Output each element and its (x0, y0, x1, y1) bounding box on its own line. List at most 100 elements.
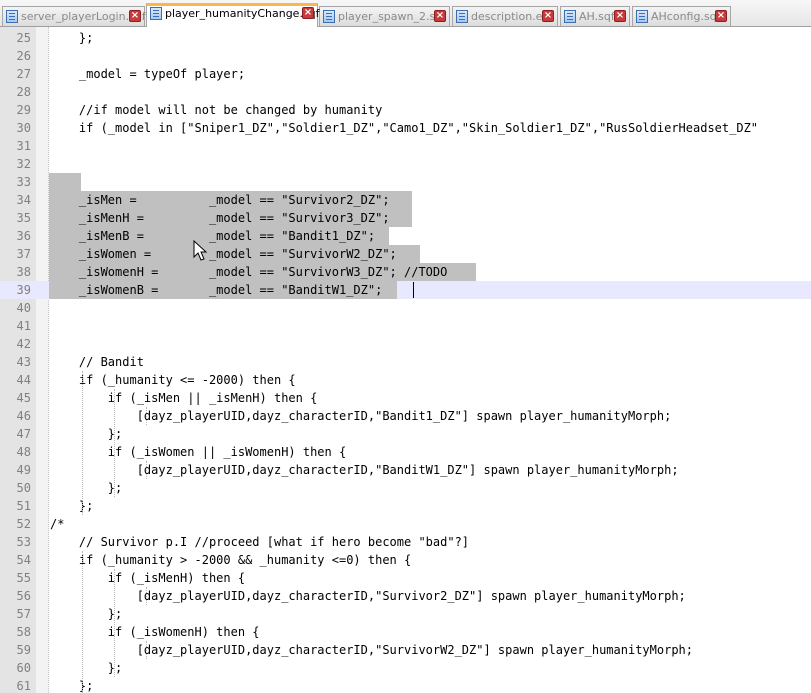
code-line[interactable]: 57 }; (0, 605, 811, 623)
code-line[interactable]: 28 (0, 83, 811, 101)
code-line[interactable]: 48 if (_isWomen || _isWomenH) then { (0, 443, 811, 461)
line-number: 57 (16, 607, 31, 621)
code-line[interactable]: 29 //if model will not be changed by hum… (0, 101, 811, 119)
code-line[interactable]: 60 }; (0, 659, 811, 677)
code-line[interactable]: 35 _isMenH = _model == "Survivor3_DZ"; (0, 209, 811, 227)
line-number: 32 (16, 157, 31, 171)
line-number: 28 (16, 85, 31, 99)
close-icon[interactable]: × (542, 10, 554, 22)
tab-player-humanitychange[interactable]: player_humanityChange.sqf × (146, 3, 320, 27)
line-number: 55 (16, 571, 31, 585)
code-line[interactable]: 50 }; (0, 479, 811, 497)
indent-guide (146, 641, 147, 659)
code-line[interactable]: 37 _isWomen = _model == "SurvivorW2_DZ"; (0, 245, 811, 263)
code-line[interactable]: 58 if (_isWomenH) then { (0, 623, 811, 641)
tab-ah-sqf[interactable]: AH.sqf × (560, 6, 630, 26)
file-icon (323, 10, 335, 23)
close-icon[interactable]: × (614, 10, 626, 22)
text-caret (413, 282, 414, 298)
code-line[interactable]: 56 [dayz_playerUID,dayz_characterID,"Sur… (0, 587, 811, 605)
mouse-pointer-icon (193, 240, 207, 261)
code-text: //if model will not be changed by humani… (50, 103, 383, 117)
code-text: if (_isMenH) then { (50, 571, 246, 585)
code-line[interactable]: 55 if (_isMenH) then { (0, 569, 811, 587)
code-line[interactable]: 54 if (_humanity > -2000 && _humanity <=… (0, 551, 811, 569)
code-text: }; (50, 661, 123, 675)
line-number: 26 (16, 49, 31, 63)
code-text: }; (50, 31, 94, 45)
code-line[interactable]: 42 (0, 335, 811, 353)
line-number: 29 (16, 103, 31, 117)
line-number: 54 (16, 553, 31, 567)
line-number: 44 (16, 373, 31, 387)
code-line[interactable]: 61 }; (0, 677, 811, 693)
code-line[interactable]: 33 (0, 173, 811, 191)
indent-guide (82, 371, 83, 515)
tab-server-playerlogin[interactable]: server_playerLogin.sqf × (2, 6, 146, 26)
line-number: 46 (16, 409, 31, 423)
code-line[interactable]: 41 (0, 317, 811, 335)
code-line[interactable]: 49 [dayz_playerUID,dayz_characterID,"Ban… (0, 461, 811, 479)
code-line[interactable]: 32 (0, 155, 811, 173)
code-line[interactable]: 46 [dayz_playerUID,dayz_characterID,"Ban… (0, 407, 811, 425)
line-number: 48 (16, 445, 31, 459)
code-line[interactable]: 53 // Survivor p.I //proceed [what if he… (0, 533, 811, 551)
code-line[interactable]: 31 (0, 137, 811, 155)
indent-guide (114, 569, 115, 677)
line-number: 27 (16, 67, 31, 81)
line-number: 50 (16, 481, 31, 495)
code-text: _isMen = _model == "Survivor2_DZ"; (50, 193, 390, 207)
code-line[interactable]: 26 (0, 47, 811, 65)
code-text: _isWomenB = _model == "BanditW1_DZ"; (50, 283, 383, 297)
line-number: 25 (16, 31, 31, 45)
tab-ahconfig-sqf[interactable]: AHconfig.sqf × (632, 6, 731, 26)
code-text: [dayz_playerUID,dayz_characterID,"Bandit… (50, 463, 679, 477)
indent-guide (82, 551, 83, 693)
code-text: }; (50, 427, 123, 441)
code-line[interactable]: 38 _isWomenH = _model == "SurvivorW3_DZ"… (0, 263, 811, 281)
code-text: }; (50, 679, 94, 693)
code-line[interactable]: 27 _model = typeOf player; (0, 65, 811, 83)
code-line[interactable]: 43 // Bandit (0, 353, 811, 371)
tab-description-ext[interactable]: description.ext × (452, 6, 558, 26)
line-number: 31 (16, 139, 31, 153)
close-icon[interactable]: × (302, 7, 314, 19)
code-line[interactable]: 45 if (_isMen || _isMenH) then { (0, 389, 811, 407)
code-text: _model = typeOf player; (50, 67, 246, 81)
file-icon (636, 10, 648, 23)
code-text: if (_isWomen || _isWomenH) then { (50, 445, 347, 459)
line-number: 45 (16, 391, 31, 405)
code-line[interactable]: 34 _isMen = _model == "Survivor2_DZ"; (0, 191, 811, 209)
line-number: 43 (16, 355, 31, 369)
line-number: 49 (16, 463, 31, 477)
code-line[interactable]: 47 }; (0, 425, 811, 443)
code-text: // Bandit (50, 355, 144, 369)
code-line[interactable]: 30 if (_model in ["Sniper1_DZ","Soldier1… (0, 119, 811, 137)
indent-guide (146, 587, 147, 605)
code-line[interactable]: 25 }; (0, 29, 811, 47)
line-number: 35 (16, 211, 31, 225)
close-icon[interactable]: × (434, 10, 446, 22)
code-text: if (_humanity <= -2000) then { (50, 373, 296, 387)
code-line[interactable]: 39 _isWomenB = _model == "BanditW1_DZ"; (0, 281, 811, 299)
close-icon[interactable]: × (129, 10, 141, 22)
code-text: if (_model in ["Sniper1_DZ","Soldier1_DZ… (50, 121, 759, 135)
tab-label: player_humanityChange.sqf (165, 7, 320, 20)
code-line[interactable]: 44 if (_humanity <= -2000) then { (0, 371, 811, 389)
code-text: }; (50, 481, 123, 495)
line-number: 60 (16, 661, 31, 675)
close-icon[interactable]: × (715, 10, 727, 22)
line-number: 37 (16, 247, 31, 261)
code-line[interactable]: 52 /* (0, 515, 811, 533)
code-line[interactable]: 40 (0, 299, 811, 317)
code-line[interactable]: 51 }; (0, 497, 811, 515)
code-line[interactable]: 36 _isMenB = _model == "Bandit1_DZ"; (0, 227, 811, 245)
line-number: 52 (16, 517, 31, 531)
tab-player-spawn-2[interactable]: player_spawn_2.sqf × (319, 6, 450, 26)
code-editor[interactable]: 25 }; 26 27 _model = typeOf player; 28 29 //… (0, 27, 811, 693)
line-number: 41 (16, 319, 31, 333)
indent-guide (146, 461, 147, 479)
line-number: 61 (16, 679, 31, 693)
code-line[interactable]: 59 [dayz_playerUID,dayz_characterID,"Sur… (0, 641, 811, 659)
line-number: 56 (16, 589, 31, 603)
